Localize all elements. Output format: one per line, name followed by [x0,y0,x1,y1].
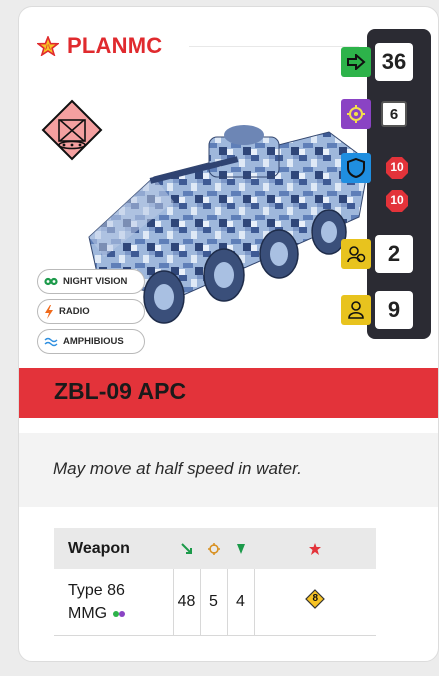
unit-title-bar: ZBL-09 APC [19,368,438,418]
move-arrow-icon [341,47,371,77]
weapon-name-line2: MMG [68,604,108,622]
passengers-value: 9 [375,291,413,329]
special-rule-box: May move at half speed in water. [19,433,438,507]
faction-name: PLANMC [67,33,163,58]
header-divider [189,46,359,47]
armor-front-badge: 10 [385,156,409,180]
weapon-special-cell: 8 [253,569,376,636]
ability-label: RADIO [59,306,90,317]
armor-side-value: 10 [390,193,404,207]
armor-side-badge: 10 [385,189,409,213]
weapon-name-line1: Type 86 [68,581,125,599]
weapon-damage: 4 [226,569,254,636]
transport-value: 2 [375,235,413,273]
unit-name: ZBL-09 APC [54,378,187,404]
shield-icon [341,153,371,183]
weapon-special-value: 8 [312,593,319,605]
special-burst-icon [254,528,376,569]
stat-passengers: 9 [341,291,413,329]
special-rule-text: May move at half speed in water. [53,459,302,478]
ability-radio: RADIO [37,299,145,324]
armor-front-value: 10 [390,160,404,174]
weapon-row: Type 86 MMG 48 5 4 8 [54,569,376,636]
faction-header: 八 PLANMC [37,33,162,59]
stat-armor: 10 [341,153,409,183]
quality-value: 6 [381,101,407,127]
ability-label: NIGHT VISION [63,276,128,287]
damage-arrow-icon [227,528,254,569]
crosshair-icon [200,528,227,569]
range-arrow-icon [173,528,200,569]
radio-bolt-icon [44,304,54,319]
ability-night-vision: NIGHT VISION [37,269,145,294]
weapons-table: Weapon Type 86 MMG 48 5 4 8 [54,528,376,636]
special-badge: 8 [305,589,326,610]
svg-text:八: 八 [44,45,52,52]
waves-icon [44,337,58,347]
weapon-range: 48 [172,569,200,636]
stat-quality: 6 [341,99,407,129]
abilities-list: NIGHT VISION RADIO AMPHIBIOUS [37,269,145,354]
quality-gear-icon [341,99,371,129]
night-vision-icon [44,277,58,286]
stat-armor-side: 10 [385,189,409,213]
unit-card: 八 PLANMC 36 6 10 10 2 9 NIGHT VISION RAD… [18,6,439,662]
passenger-icon [341,295,371,325]
stat-move: 36 [341,43,413,81]
weapon-accuracy: 5 [199,569,227,636]
star-emblem-icon: 八 [37,36,59,56]
ability-amphibious: AMPHIBIOUS [37,329,145,354]
weapons-header-row: Weapon [54,528,376,569]
weapon-column-header: Weapon [54,528,173,569]
suppression-tag-icon [112,609,126,619]
stat-transport: 2 [341,235,413,273]
move-value: 36 [375,43,413,81]
weapon-name-cell: Type 86 MMG [54,569,173,636]
crew-helmet-icon [341,239,371,269]
ability-label: AMPHIBIOUS [63,336,124,347]
